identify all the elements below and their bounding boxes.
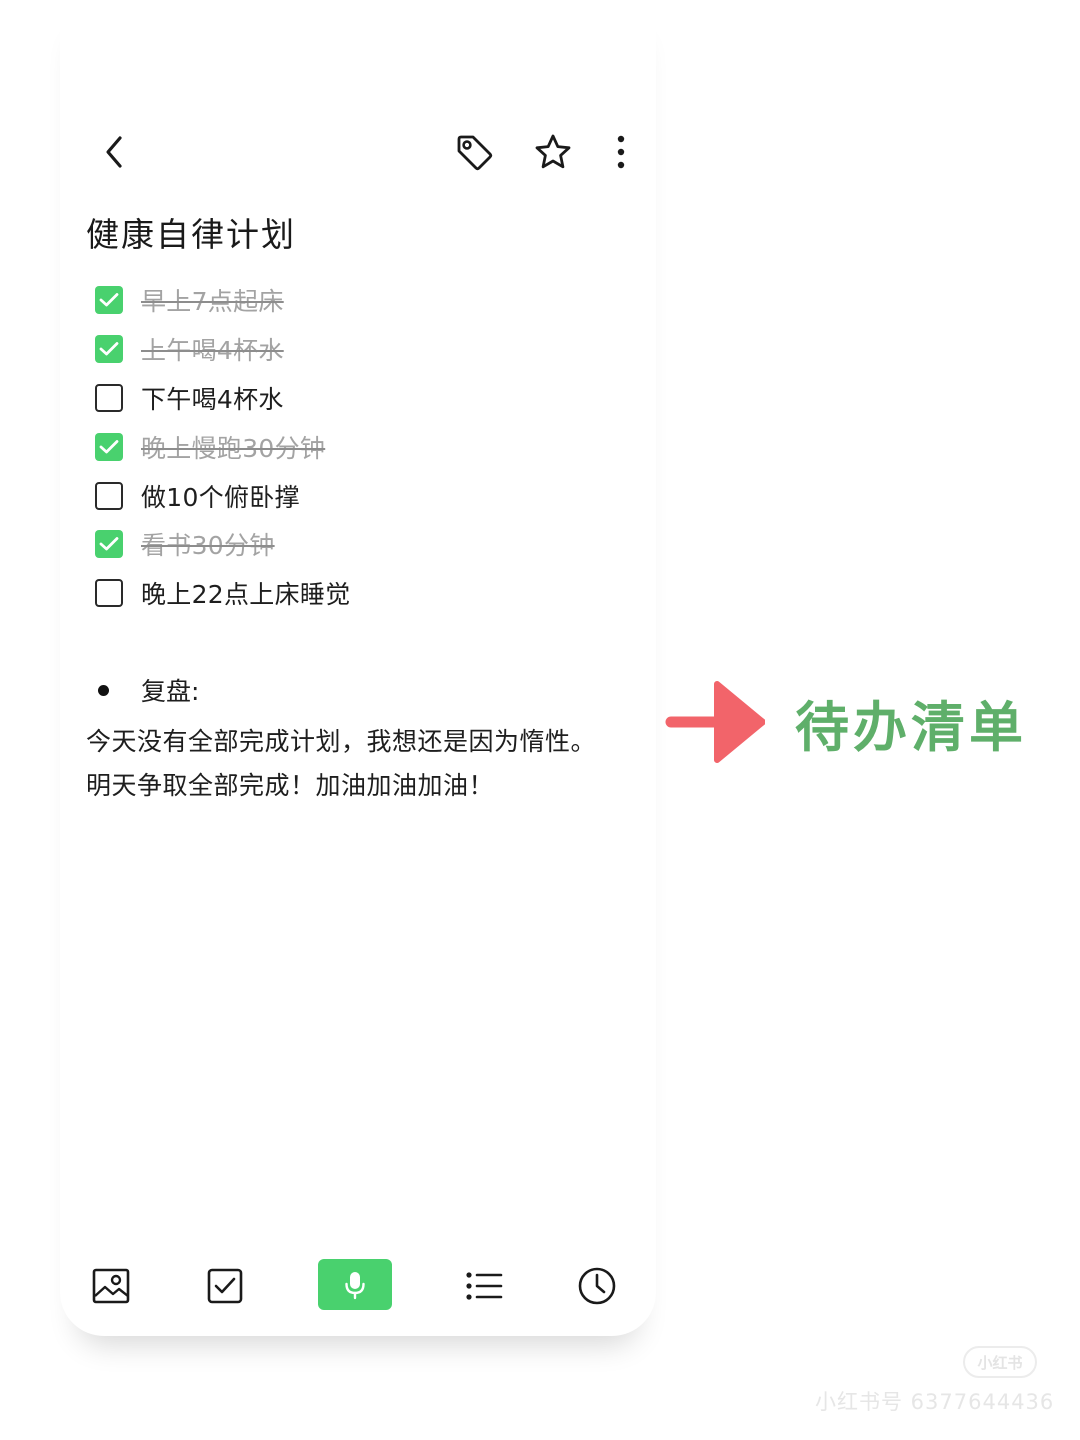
star-icon (535, 134, 571, 169)
image-icon (92, 1268, 130, 1304)
checkbox-unchecked[interactable] (95, 383, 123, 412)
checklist-item-label[interactable]: 晚上22点上床睡觉 (141, 575, 351, 611)
checkbox-unchecked[interactable] (95, 579, 123, 608)
watermark-logo: 小红书 (963, 1346, 1037, 1378)
checkmark-icon (99, 537, 119, 551)
favorite-button[interactable] (529, 128, 577, 176)
watermark-text: 小红书号 6377644436 (815, 1390, 1055, 1414)
note-title[interactable]: 健康自律计划 (86, 208, 296, 256)
checklist-item[interactable]: 晚上22点上床睡觉 (95, 569, 575, 618)
checkbox-checked[interactable] (95, 432, 123, 461)
list-icon (466, 1272, 503, 1300)
microphone-icon (345, 1271, 365, 1299)
checkbox-checked[interactable] (95, 335, 123, 364)
checkbox-checked[interactable] (95, 530, 123, 559)
checkbox-checked[interactable] (95, 286, 123, 315)
checklist-item-label[interactable]: 做10个俯卧撑 (141, 478, 300, 514)
checklist-item-label[interactable]: 下午喝4杯水 (141, 380, 284, 416)
checklist-item-label[interactable]: 早上7点起床 (141, 282, 284, 318)
checklist-item[interactable]: 下午喝4杯水 (95, 374, 575, 423)
checklist-item[interactable]: 早上7点起床 (95, 276, 575, 325)
bullet-item[interactable]: 复盘: (95, 672, 199, 708)
chevron-left-icon (106, 136, 122, 168)
checklist-item-label[interactable]: 上午喝4杯水 (141, 331, 284, 367)
checklist-item[interactable]: 看书30分钟 (95, 520, 575, 569)
checklist-item-label[interactable]: 看书30分钟 (141, 526, 275, 562)
annotation: 待办清单 (665, 680, 1027, 764)
tag-button[interactable] (450, 128, 498, 176)
voice-input-button[interactable] (318, 1259, 392, 1310)
more-options-button[interactable] (604, 128, 638, 176)
checkmark-icon (99, 439, 119, 454)
checklist-item[interactable]: 上午喝4杯水 (95, 325, 575, 374)
annotation-label: 待办清单 (795, 695, 1027, 759)
checkbox-icon (207, 1268, 243, 1304)
checklist-item[interactable]: 做10个俯卧撑 (95, 471, 575, 520)
bullet-label[interactable]: 复盘: (141, 672, 199, 708)
back-button[interactable] (92, 130, 136, 174)
clock-icon (578, 1267, 616, 1305)
note-editor-card (60, 0, 656, 1336)
more-vertical-icon (617, 135, 625, 169)
checkmark-icon (99, 293, 119, 307)
checklist-item[interactable]: 晚上慢跑30分钟 (95, 422, 575, 471)
bottom-toolbar (60, 1250, 656, 1320)
tag-icon (457, 135, 493, 171)
insert-image-button[interactable] (83, 1258, 139, 1314)
note-body-text[interactable]: 今天没有全部完成计划，我想还是因为惰性。明天争取全部完成！加油加油加油！ (86, 720, 606, 808)
arrow-right-icon (665, 681, 765, 763)
checkbox-unchecked[interactable] (95, 481, 123, 510)
reminder-button[interactable] (569, 1258, 625, 1314)
checklist-item-label[interactable]: 晚上慢跑30分钟 (141, 429, 325, 465)
bullet-dot-icon (98, 684, 109, 696)
checklist: 早上7点起床 上午喝4杯水 下午喝4杯水 晚上慢跑30分钟 做10个俯卧撑 看书… (95, 276, 575, 618)
insert-checklist-button[interactable] (197, 1258, 253, 1314)
checkmark-icon (99, 342, 119, 356)
insert-list-button[interactable] (456, 1258, 512, 1314)
